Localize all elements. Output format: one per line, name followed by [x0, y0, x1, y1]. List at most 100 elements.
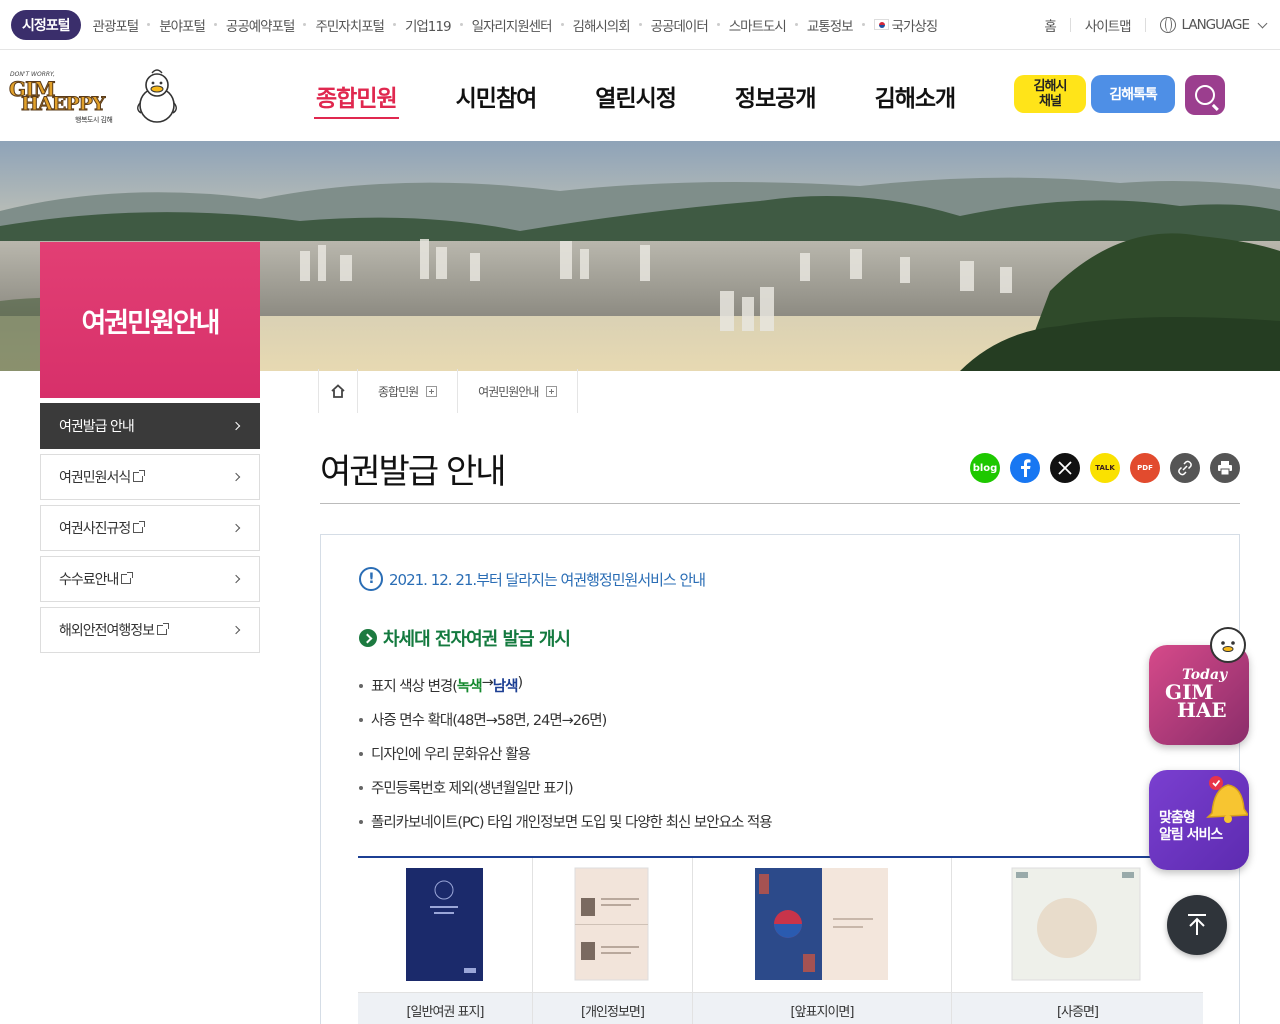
link-glyph [1178, 460, 1192, 476]
sidebar-item-label: 수수료안내 [59, 572, 119, 588]
print-icon[interactable] [1210, 453, 1240, 483]
x-share-icon[interactable] [1050, 453, 1080, 483]
caption-personal: [개인정보면] [533, 992, 692, 1024]
dot-separator [560, 23, 564, 26]
breadcrumb-item-1[interactable]: 종합민원 [358, 369, 459, 413]
top-link-national-symbol[interactable]: 국가상징 [873, 15, 938, 35]
notice-link[interactable]: ! 2021. 12. 21.부터 달라지는 여권행정민원서비스 안내 [359, 567, 706, 591]
top-link-business119[interactable]: 기업119 [405, 15, 452, 35]
dot-separator [392, 23, 396, 26]
utility-bar: 시정포털 관광포털 분야포털 공공예약포털 주민자치포털 기업119 일자리지원… [0, 0, 1280, 50]
city-channel-button[interactable]: 김해시 채널 [1014, 75, 1086, 113]
search-icon [1195, 85, 1215, 105]
gnb-open-admin[interactable]: 열린시정 [595, 79, 677, 113]
sidebar-item-photo-rules[interactable]: 여권사진규정 [40, 505, 260, 551]
section-heading-text: 차세대 전자여권 발급 개시 [383, 629, 571, 650]
top-link-tour[interactable]: 관광포털 [93, 15, 140, 35]
alert-label-line2: 알림 서비스 [1159, 827, 1223, 843]
talk-label: TALK [1095, 464, 1115, 472]
duck-mascot-icon [137, 69, 177, 123]
sidebar-item-fees[interactable]: 수수료안내 [40, 556, 260, 602]
duck-face-icon [1210, 627, 1246, 663]
bullet-text: 디자인에 우리 문화유산 활용 [371, 747, 531, 763]
exclamation-icon: ! [359, 567, 383, 591]
inside-cover-image [755, 868, 888, 980]
facebook-glyph [1021, 459, 1031, 477]
x-glyph [1058, 461, 1072, 475]
blog-share-icon[interactable]: blog [970, 453, 1000, 483]
blog-label: blog [972, 462, 998, 474]
site-logo[interactable]: DON'T WORRY, GIM HAEPPY 행복도시 김해 [9, 69, 179, 129]
gnb-participation[interactable]: 시민참여 [456, 79, 538, 113]
section-title: 여권민원안내 [81, 307, 220, 339]
sidebar-item-passport-forms[interactable]: 여권민원서식 [40, 454, 260, 500]
top-link-field[interactable]: 분야포털 [159, 15, 206, 35]
top-link-opendata[interactable]: 공공데이터 [651, 15, 709, 35]
chevron-right-icon [231, 523, 241, 533]
gnb-civil-service[interactable]: 종합민원 [314, 79, 399, 119]
pdf-label: PDF [1137, 464, 1153, 472]
section-title-panel: 여권민원안내 [40, 242, 260, 398]
section-heading: 차세대 전자여권 발급 개시 [359, 625, 571, 651]
passport-image-table: [일반여권 표지] [개인정보면] [앞표지이면] [사증면] [358, 856, 1203, 1024]
sidebar-item-travel-safety[interactable]: 해외안전여행정보 [40, 607, 260, 653]
breadcrumb-home[interactable] [318, 369, 358, 413]
link-copy-icon[interactable] [1170, 453, 1200, 483]
portal-badge[interactable]: 시정포털 [11, 9, 81, 40]
list-item: 폴리카보네이트(PC) 타입 개인정보면 도입 및 다양한 최신 보안요소 적용 [359, 811, 773, 845]
top-link-autonomy[interactable]: 주민자치포털 [315, 15, 385, 35]
breadcrumb-item-2[interactable]: 여권민원안내 [458, 369, 579, 413]
chevron-right-icon [231, 472, 241, 482]
korean-flag-icon [873, 19, 889, 30]
sidebar-item-label: 여권발급 안내 [59, 419, 135, 435]
logo-subtitle: 행복도시 김해 [75, 116, 113, 124]
top-link-reservation[interactable]: 공공예약포털 [226, 15, 296, 35]
list-item: 디자인에 우리 문화유산 활용 [359, 743, 772, 777]
global-navigation: 종합민원 시민참여 열린시정 정보공개 김해소개 [314, 79, 1014, 119]
top-link-council[interactable]: 김해시의회 [573, 15, 631, 35]
sidebar-item-passport-guide[interactable]: 여권발급 안내 [40, 403, 260, 449]
facebook-share-icon[interactable] [1010, 453, 1040, 483]
external-link-icon [133, 470, 146, 482]
external-link-icon [157, 623, 170, 635]
expand-plus-icon [546, 385, 558, 397]
channel-label-line2: 채널 [1039, 94, 1062, 109]
printer-glyph [1218, 461, 1232, 476]
title-divider [320, 503, 1240, 504]
dot-separator [213, 23, 217, 26]
today-brand: GIM HAE [1165, 682, 1227, 720]
list-item: 주민등록번호 제외(생년월일만 표기) [359, 777, 772, 811]
pdf-download-icon[interactable]: PDF [1130, 453, 1160, 483]
gnb-about[interactable]: 김해소개 [875, 79, 957, 113]
caption-visa: [사증면] [952, 992, 1203, 1024]
main-header: DON'T WORRY, GIM HAEPPY 행복도시 김해 종합민원 시민참… [0, 51, 1280, 141]
top-link-smartcity[interactable]: 스마트도시 [729, 15, 787, 35]
dot-separator [459, 23, 463, 26]
table-cell-personal: [개인정보면] [533, 858, 693, 1024]
table-cell-cover: [일반여권 표지] [358, 858, 533, 1024]
scroll-to-top-button[interactable] [1167, 895, 1227, 955]
kakaotalk-share-icon[interactable]: TALK [1090, 453, 1120, 483]
chevron-right-icon [231, 625, 241, 635]
gnb-information[interactable]: 정보공개 [735, 79, 817, 113]
arrow-up-icon [1188, 914, 1206, 935]
breadcrumb: 종합민원 여권민원안내 [318, 369, 579, 413]
list-item: 사증 면수 확대(48면→58면, 24면→26면) [359, 709, 772, 743]
top-link-traffic[interactable]: 교통정보 [807, 15, 854, 35]
top-right-links: 홈 사이트맵 LANGUAGE [1044, 0, 1268, 50]
bullet-text: 폴리카보네이트(PC) 타입 개인정보면 도입 및 다양한 최신 보안요소 적용 [371, 815, 773, 831]
sitemap-link[interactable]: 사이트맵 [1085, 15, 1132, 35]
personal-info-page-image [574, 867, 649, 981]
caption-inside-cover: [앞표지이면] [693, 992, 951, 1024]
color-navy-text: 남색 [492, 679, 519, 695]
table-cell-visa: [사증면] [952, 858, 1203, 1024]
search-button[interactable] [1185, 75, 1225, 115]
gimhae-talk-button[interactable]: 김해톡톡 [1091, 75, 1175, 113]
top-links: 관광포털 분야포털 공공예약포털 주민자치포털 기업119 일자리지원센터 김해… [93, 15, 939, 35]
list-item: 표지 색상 변경(녹색 → 남색) [359, 675, 772, 709]
top-link-jobs[interactable]: 일자리지원센터 [472, 15, 553, 35]
arrow-text: → [481, 675, 494, 691]
language-selector[interactable]: LANGUAGE [1182, 17, 1250, 33]
dot-separator [716, 23, 720, 26]
home-link[interactable]: 홈 [1044, 15, 1056, 35]
